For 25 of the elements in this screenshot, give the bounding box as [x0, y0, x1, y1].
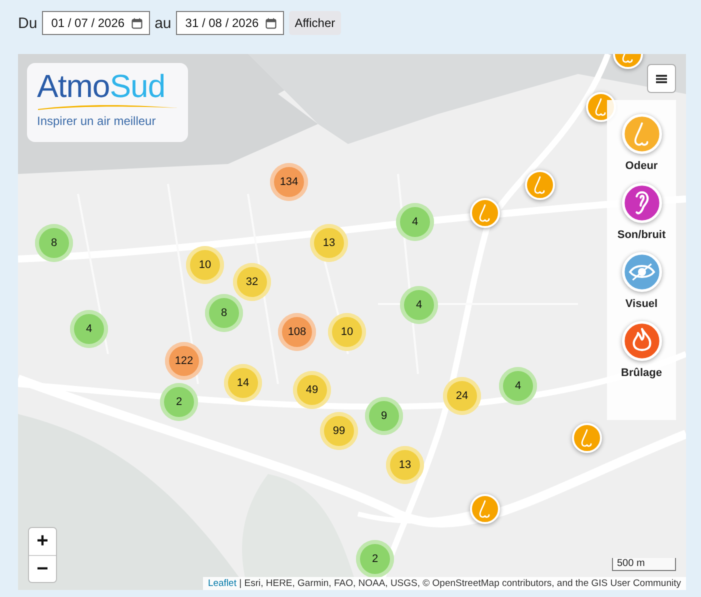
- zoom-in-button[interactable]: +: [29, 528, 56, 555]
- logo-tagline: Inspirer un air meilleur: [37, 114, 157, 128]
- nose-marker-icon[interactable]: [470, 494, 500, 524]
- nose-marker-icon[interactable]: [572, 423, 602, 453]
- from-label: Du: [18, 14, 38, 32]
- to-label: au: [154, 14, 172, 32]
- legend-item[interactable]: Odeur: [622, 114, 662, 172]
- leaflet-link[interactable]: Leaflet: [208, 578, 236, 589]
- layers-button[interactable]: [647, 64, 676, 93]
- nose-marker-icon[interactable]: [470, 198, 500, 228]
- date-field[interactable]: 31 / 08 / 2026: [176, 11, 284, 35]
- menu-icon: [656, 74, 667, 84]
- zoom-out-button[interactable]: −: [29, 555, 56, 582]
- calendar-icon[interactable]: [130, 17, 143, 29]
- nose-marker-icon[interactable]: [525, 170, 555, 200]
- attribution-text: Leaflet | Esri, HERE, Garmin, FAO, NOAA, USGS, © OpenStreetMap contributors, and the GIS User Community: [202, 577, 686, 590]
- legend-item[interactable]: Visuel: [622, 252, 662, 310]
- scale-bar: 500 m: [612, 558, 676, 571]
- logo-text: Sud: [110, 68, 166, 104]
- logo-text: Atmo: [37, 68, 110, 104]
- legend-item[interactable]: Son/bruit: [617, 183, 666, 241]
- date-field[interactable]: 01 / 07 / 2026: [42, 11, 150, 35]
- submit-button[interactable]: Afficher: [288, 11, 342, 35]
- calendar-icon[interactable]: [264, 17, 277, 29]
- legend-item[interactable]: Brûlage: [621, 321, 662, 379]
